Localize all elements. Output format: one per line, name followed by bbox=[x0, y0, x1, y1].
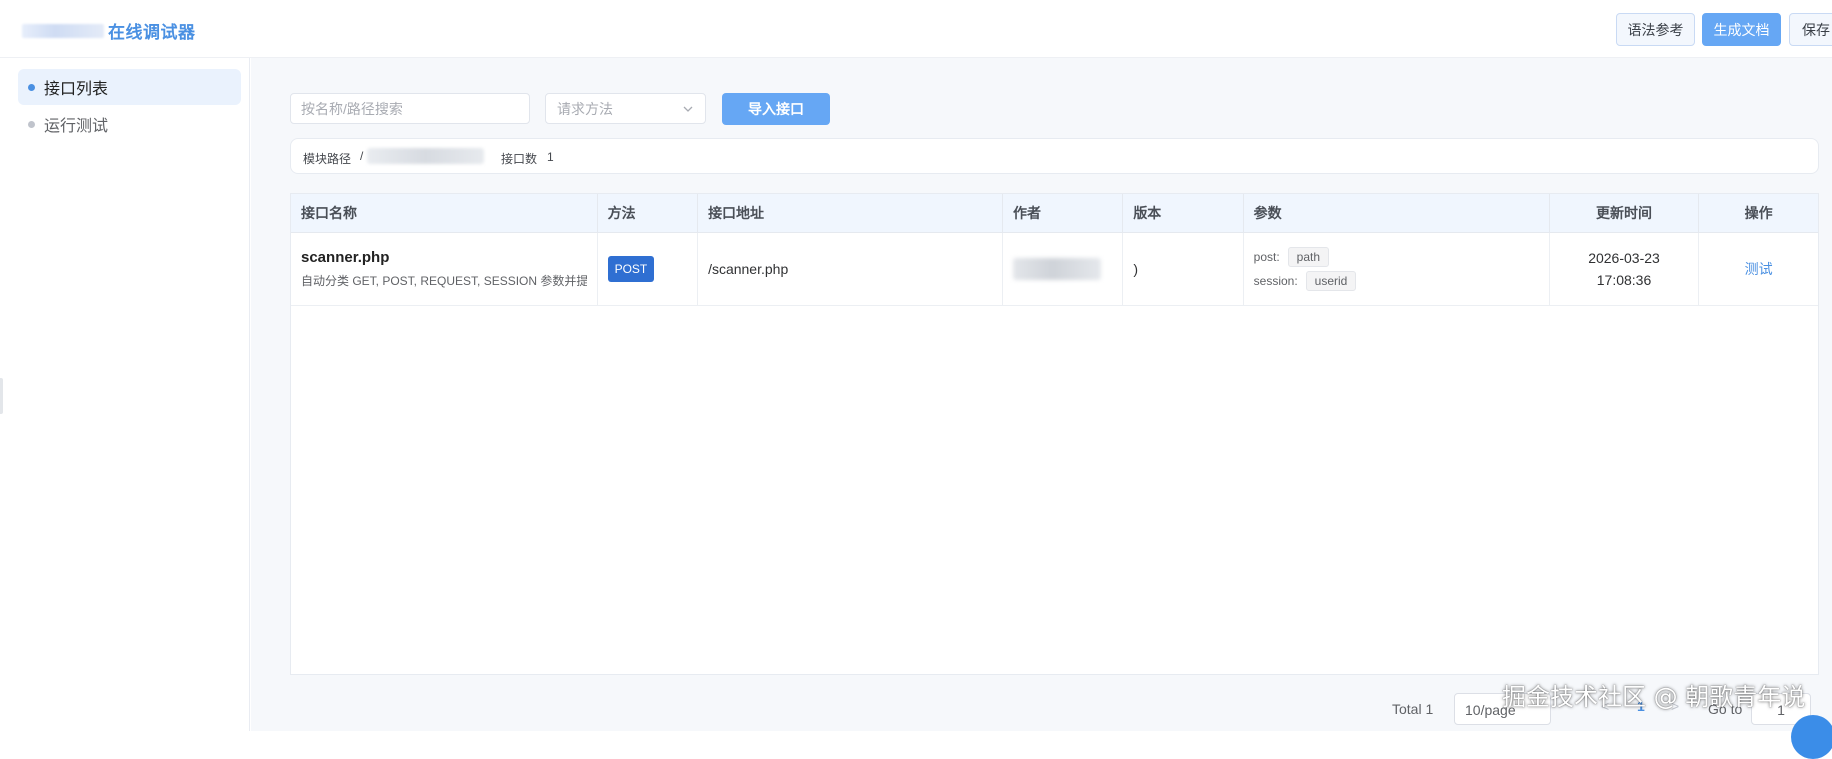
search-input[interactable] bbox=[290, 93, 530, 124]
import-api-button[interactable]: 导入接口 bbox=[722, 93, 830, 125]
sidebar: 接口列表 运行测试 bbox=[0, 58, 250, 731]
module-path-value: / bbox=[360, 149, 364, 163]
method-tag: POST bbox=[607, 255, 655, 282]
param-key: post: bbox=[1253, 249, 1280, 264]
floating-action-button[interactable] bbox=[1791, 715, 1832, 759]
action-cell: 测试 bbox=[1698, 232, 1818, 306]
param-line: post: path bbox=[1254, 245, 1539, 269]
param-key: session: bbox=[1253, 273, 1298, 288]
sidebar-item-api-list[interactable]: 接口列表 bbox=[18, 69, 241, 105]
api-description: 自动分类 GET, POST, REQUEST, SESSION 参数并提取 bbox=[301, 273, 587, 288]
param-tag: path bbox=[1287, 246, 1330, 267]
module-path-redacted bbox=[367, 148, 484, 164]
col-header-path: 接口地址 bbox=[697, 194, 1003, 233]
sidebar-item-label: 接口列表 bbox=[44, 81, 109, 98]
params-cell: post: path session: userid bbox=[1243, 232, 1550, 306]
col-header-action: 操作 bbox=[1698, 194, 1818, 233]
watermark: 掘金技术社区 @ 朝歌青年说 bbox=[1502, 683, 1806, 711]
param-line: session: userid bbox=[1254, 269, 1539, 293]
api-path: /scanner.php bbox=[697, 232, 1003, 306]
inactive-dot-icon bbox=[28, 120, 35, 128]
param-tag: userid bbox=[1305, 270, 1357, 291]
pagination-total: Total 1 bbox=[1392, 701, 1434, 717]
logo bbox=[22, 24, 104, 38]
col-header-method: 方法 bbox=[597, 194, 699, 233]
updated-time: 17:08:36 bbox=[1596, 271, 1652, 288]
col-header-params: 参数 bbox=[1243, 194, 1550, 233]
active-dot-icon bbox=[28, 83, 35, 91]
col-header-author: 作者 bbox=[1002, 194, 1124, 233]
table-row: scanner.php 自动分类 GET, POST, REQUEST, SES… bbox=[291, 232, 1818, 306]
test-link[interactable]: 测试 bbox=[1745, 261, 1773, 277]
app-header: 在线调试器 语法参考 生成文档 保存 bbox=[0, 0, 1832, 58]
app-title: 在线调试器 bbox=[108, 23, 196, 42]
main-content: 请求方法 导入接口 模块路径 / 接口数 1 接口名称 方法 接口地址 作者 版… bbox=[251, 58, 1832, 759]
sidebar-item-label: 运行测试 bbox=[44, 118, 109, 135]
collapse-handle[interactable] bbox=[0, 378, 3, 414]
sidebar-item-run-test[interactable]: 运行测试 bbox=[18, 106, 241, 142]
api-name: scanner.php bbox=[301, 248, 390, 266]
method-select-placeholder: 请求方法 bbox=[557, 100, 613, 117]
author-cell bbox=[1002, 232, 1124, 306]
api-name-cell: scanner.php 自动分类 GET, POST, REQUEST, SES… bbox=[291, 232, 598, 306]
generate-docs-button[interactable]: 生成文档 bbox=[1702, 13, 1781, 46]
api-table: 接口名称 方法 接口地址 作者 版本 参数 更新时间 操作 scanner.ph… bbox=[290, 193, 1819, 675]
method-cell: POST bbox=[597, 232, 699, 306]
col-header-updated: 更新时间 bbox=[1549, 194, 1700, 233]
method-select[interactable]: 请求方法 bbox=[545, 93, 706, 124]
author-redacted bbox=[1012, 257, 1101, 280]
col-header-name: 接口名称 bbox=[291, 194, 598, 233]
updated-date: 2026-03-23 bbox=[1588, 249, 1660, 266]
col-header-version: 版本 bbox=[1122, 194, 1244, 233]
chevron-down-icon bbox=[683, 106, 693, 112]
updated-cell: 2026-03-23 17:08:36 bbox=[1549, 232, 1700, 306]
module-path-label: 模块路径 bbox=[303, 152, 352, 166]
api-count-value: 1 bbox=[547, 150, 554, 164]
version-cell: ) bbox=[1122, 232, 1244, 306]
table-header-row: 接口名称 方法 接口地址 作者 版本 参数 更新时间 操作 bbox=[291, 194, 1818, 233]
api-count-label: 接口数 bbox=[501, 152, 538, 166]
module-info-bar: 模块路径 / 接口数 1 bbox=[290, 138, 1819, 174]
save-button[interactable]: 保存 bbox=[1789, 13, 1832, 46]
syntax-reference-button[interactable]: 语法参考 bbox=[1616, 13, 1695, 46]
